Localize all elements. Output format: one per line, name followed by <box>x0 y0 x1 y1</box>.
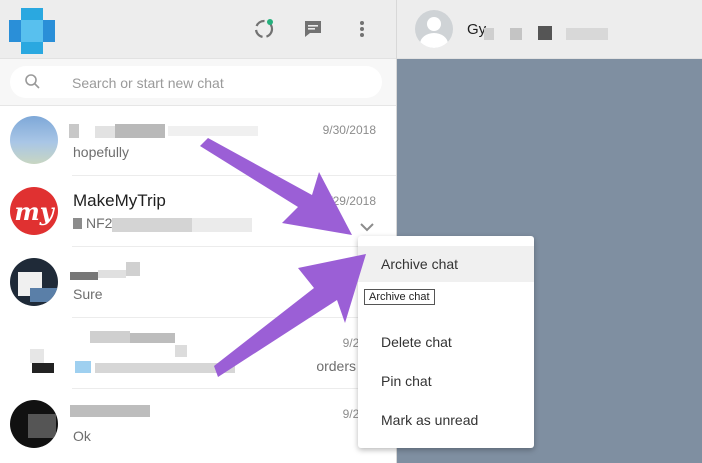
redacted-name <box>484 28 494 40</box>
chat-time: 9/29/2018 <box>322 194 376 208</box>
chat-time: 9/30/2018 <box>322 123 376 137</box>
chat-list-item[interactable]: Sure 9/29/2 <box>0 248 396 318</box>
redacted-name <box>90 331 130 343</box>
menu-item-pin-chat[interactable]: Pin chat <box>358 363 534 399</box>
chat-last-message: Sure <box>73 286 103 302</box>
redacted-name <box>126 262 140 276</box>
search-bar <box>0 59 396 106</box>
redacted-name <box>98 270 126 278</box>
menu-item-delete-chat[interactable]: Delete chat <box>358 324 534 360</box>
redacted-message <box>192 218 252 232</box>
redacted-name <box>95 126 115 138</box>
document-icon <box>73 218 82 229</box>
new-chat-icon[interactable] <box>300 16 326 42</box>
redacted-name <box>175 345 187 357</box>
redacted-message <box>95 363 235 373</box>
avatar: my <box>10 187 58 235</box>
chat-last-message: Ok <box>73 428 91 444</box>
redacted-name <box>115 124 165 138</box>
chat-list-pane: hopefully 9/30/2018 my MakeMyTrip NF2 9/… <box>0 0 397 463</box>
chat-context-menu: Archive chat Delete chat Pin chat Mark a… <box>358 236 534 448</box>
chat-last-message: NF2 <box>73 215 112 231</box>
chat-list-item[interactable]: Ok 9/29/2 <box>0 390 396 460</box>
search-icon[interactable] <box>24 73 42 96</box>
avatar <box>10 258 58 306</box>
redacted-name <box>510 28 522 40</box>
chevron-down-icon[interactable] <box>360 219 374 237</box>
redacted-name <box>69 124 79 138</box>
redacted-message <box>112 218 192 232</box>
app-window: hopefully 9/30/2018 my MakeMyTrip NF2 9/… <box>0 0 702 463</box>
avatar <box>10 116 58 164</box>
conversation-header: Gy <box>397 0 702 59</box>
archive-tooltip: Archive chat <box>364 289 435 305</box>
chat-last-message: hopefully <box>73 144 130 160</box>
search-box <box>10 66 382 100</box>
menu-item-archive-chat[interactable]: Archive chat <box>358 246 534 282</box>
redacted-name <box>70 272 98 280</box>
redacted-name <box>538 26 552 40</box>
status-icon[interactable] <box>251 16 277 42</box>
chat-list-item[interactable]: 9/29/2 orders <box>0 319 396 389</box>
chat-list-item[interactable]: hopefully 9/30/2018 <box>0 106 396 176</box>
redacted-message <box>75 361 91 373</box>
contact-avatar[interactable] <box>415 10 453 48</box>
chat-extra-text: orders <box>316 358 356 374</box>
avatar <box>10 329 58 377</box>
search-input[interactable] <box>70 66 374 100</box>
redacted-name <box>70 405 150 417</box>
profile-avatar[interactable] <box>9 8 55 54</box>
chat-name: MakeMyTrip <box>73 191 166 210</box>
menu-item-mark-as-unread[interactable]: Mark as unread <box>358 402 534 438</box>
chat-list-item[interactable]: my MakeMyTrip NF2 9/29/2018 <box>0 177 396 247</box>
redacted-name <box>130 333 175 343</box>
redacted-name <box>168 126 258 136</box>
avatar-logo: my <box>14 196 54 226</box>
sidebar-header <box>0 0 396 59</box>
redacted-name <box>566 28 608 40</box>
avatar <box>10 400 58 448</box>
menu-icon[interactable] <box>349 16 375 42</box>
